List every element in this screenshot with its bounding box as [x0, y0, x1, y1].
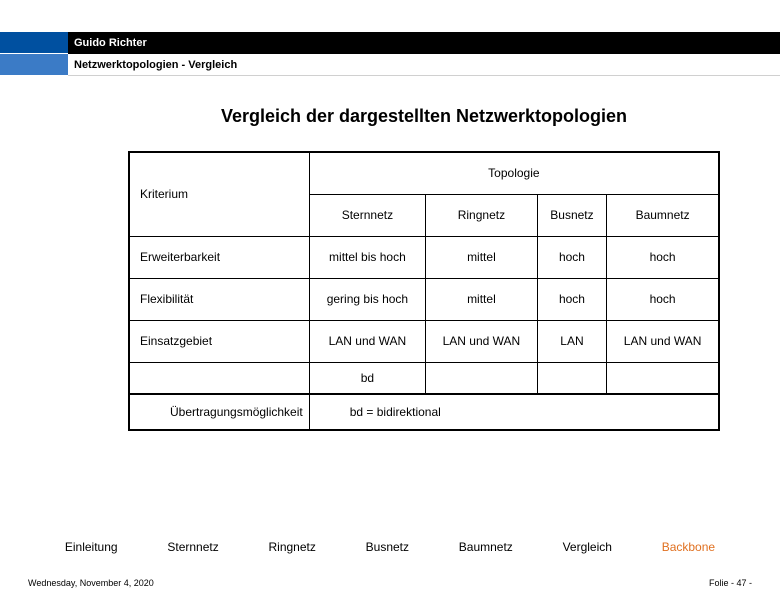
cell: LAN und WAN	[309, 320, 425, 362]
footer-page: Folie - 47 -	[709, 578, 752, 588]
accent-box-dark	[0, 32, 68, 54]
row-label: Flexibilität	[129, 278, 309, 320]
footer: Wednesday, November 4, 2020 Folie - 47 -	[28, 578, 752, 588]
subtitle-bar: Netzwerktopologien - Vergleich	[68, 54, 780, 76]
header-row-subtitle: Netzwerktopologien - Vergleich	[0, 54, 780, 76]
row-label-empty	[129, 362, 309, 394]
row-label: Einsatzgebiet	[129, 320, 309, 362]
cell: mittel	[426, 236, 538, 278]
cell: LAN	[537, 320, 606, 362]
nav-sternnetz[interactable]: Sternnetz	[167, 540, 218, 554]
cell: LAN und WAN	[607, 320, 719, 362]
cell: mittel bis hoch	[309, 236, 425, 278]
comparison-table: Kriterium Topologie Sternnetz Ringnetz B…	[128, 151, 720, 431]
table-row: Erweiterbarkeit mittel bis hoch mittel h…	[129, 236, 719, 278]
cell: mittel	[426, 278, 538, 320]
slide-title: Vergleich der dargestellten Netzwerktopo…	[0, 106, 780, 127]
col-busnetz: Busnetz	[537, 194, 606, 236]
cell: LAN und WAN	[426, 320, 538, 362]
table-row: Flexibilität gering bis hoch mittel hoch…	[129, 278, 719, 320]
nav-baumnetz[interactable]: Baumnetz	[459, 540, 513, 554]
nav-einleitung[interactable]: Einleitung	[65, 540, 118, 554]
legend-cell: bd = bidirektional	[309, 394, 719, 430]
row-label: Erweiterbarkeit	[129, 236, 309, 278]
col-baumnetz: Baumnetz	[607, 194, 719, 236]
nav-busnetz[interactable]: Busnetz	[366, 540, 409, 554]
criterion-header: Kriterium	[129, 152, 309, 236]
nav-ringnetz[interactable]: Ringnetz	[269, 540, 316, 554]
footer-date: Wednesday, November 4, 2020	[28, 578, 154, 588]
cell: hoch	[537, 278, 606, 320]
cell-bd: bd	[309, 362, 425, 394]
topology-header: Topologie	[309, 152, 719, 194]
cell	[426, 362, 538, 394]
cell: hoch	[607, 278, 719, 320]
comparison-table-wrap: Kriterium Topologie Sternnetz Ringnetz B…	[128, 151, 720, 431]
table-row-legend: Übertragungsmöglichkeit bd = bidirektion…	[129, 394, 719, 430]
nav-vergleich[interactable]: Vergleich	[563, 540, 612, 554]
table-row: Einsatzgebiet LAN und WAN LAN und WAN LA…	[129, 320, 719, 362]
legend-row-label: Übertragungsmöglichkeit	[129, 394, 309, 430]
nav-backbone[interactable]: Backbone	[662, 540, 715, 554]
col-sternnetz: Sternnetz	[309, 194, 425, 236]
col-ringnetz: Ringnetz	[426, 194, 538, 236]
bottom-nav: Einleitung Sternnetz Ringnetz Busnetz Ba…	[0, 540, 780, 554]
cell: hoch	[537, 236, 606, 278]
author-bar: Guido Richter	[68, 32, 780, 54]
header-row-author: Guido Richter	[0, 32, 780, 54]
cell: gering bis hoch	[309, 278, 425, 320]
accent-box-light	[0, 54, 68, 76]
cell: hoch	[607, 236, 719, 278]
cell	[537, 362, 606, 394]
cell	[607, 362, 719, 394]
table-row-bd: bd	[129, 362, 719, 394]
